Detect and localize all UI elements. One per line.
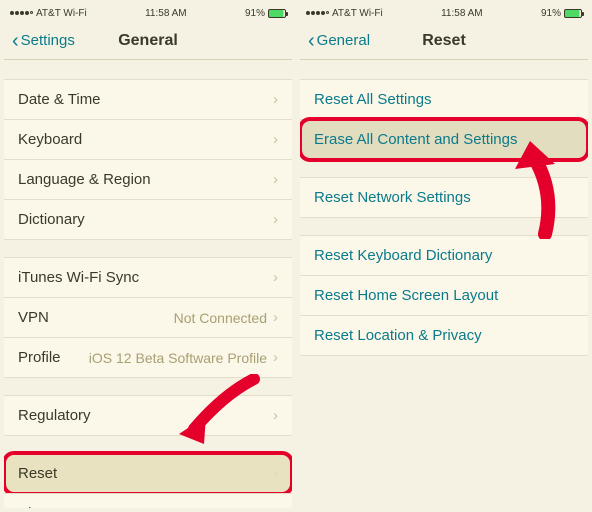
row-vpn[interactable]: VPN Not Connected › [4,297,292,338]
row-date-time[interactable]: Date & Time › [4,79,292,120]
time-label: 11:58 AM [145,8,187,19]
reset-list: Reset All Settings Erase All Content and… [300,60,588,356]
chevron-right-icon: › [273,269,278,286]
row-itunes-wifi-sync[interactable]: iTunes Wi-Fi Sync › [4,257,292,298]
row-reset-keyboard-dictionary[interactable]: Reset Keyboard Dictionary [300,235,588,276]
status-bar: AT&T Wi-Fi 11:58 AM 91% [4,4,292,22]
signal-icon [10,11,33,15]
battery-icon [268,9,286,18]
chevron-right-icon: › [273,465,278,482]
chevron-right-icon: › [273,407,278,424]
row-erase-all-content[interactable]: Erase All Content and Settings [300,119,588,160]
screen-reset: AT&T Wi-Fi 11:58 AM 91% ‹ General Reset … [300,4,588,508]
carrier-label: AT&T Wi-Fi [332,8,383,19]
battery-percent: 91% [245,8,265,19]
chevron-right-icon: › [273,91,278,108]
row-shut-down[interactable]: Shut Down [4,493,292,508]
screen-general: AT&T Wi-Fi 11:58 AM 91% ‹ Settings Gener… [4,4,292,508]
time-label: 11:58 AM [441,8,483,19]
row-language-region[interactable]: Language & Region › [4,159,292,200]
back-button[interactable]: ‹ Settings [12,31,75,51]
settings-list: Date & Time › Keyboard › Language & Regi… [4,60,292,508]
row-reset[interactable]: Reset › [4,453,292,494]
signal-icon [306,11,329,15]
battery-percent: 91% [541,8,561,19]
chevron-right-icon: › [273,309,278,326]
chevron-right-icon: › [273,211,278,228]
battery-icon [564,9,582,18]
chevron-left-icon: ‹ [12,31,19,51]
back-label: General [317,32,370,49]
status-bar: AT&T Wi-Fi 11:58 AM 91% [300,4,588,22]
nav-bar: ‹ Settings General [4,22,292,60]
nav-bar: ‹ General Reset [300,22,588,60]
row-reset-network-settings[interactable]: Reset Network Settings [300,177,588,218]
row-reset-location-privacy[interactable]: Reset Location & Privacy [300,315,588,356]
chevron-right-icon: › [273,171,278,188]
chevron-right-icon: › [273,131,278,148]
profile-detail: iOS 12 Beta Software Profile [61,350,273,366]
row-keyboard[interactable]: Keyboard › [4,119,292,160]
chevron-left-icon: ‹ [308,31,315,51]
vpn-status: Not Connected [49,310,273,326]
back-button[interactable]: ‹ General [308,31,370,51]
carrier-label: AT&T Wi-Fi [36,8,87,19]
row-profile[interactable]: Profile iOS 12 Beta Software Profile › [4,337,292,378]
row-regulatory[interactable]: Regulatory › [4,395,292,436]
row-reset-all-settings[interactable]: Reset All Settings [300,79,588,120]
chevron-right-icon: › [273,349,278,366]
row-dictionary[interactable]: Dictionary › [4,199,292,240]
row-reset-home-screen[interactable]: Reset Home Screen Layout [300,275,588,316]
back-label: Settings [21,32,75,49]
